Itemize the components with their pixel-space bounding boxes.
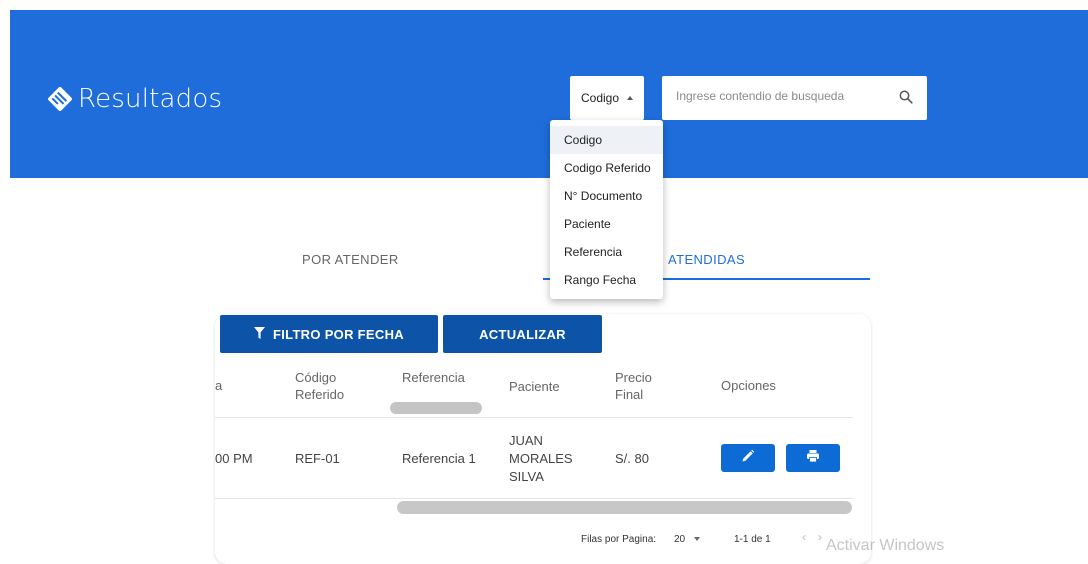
print-button[interactable] [786, 444, 840, 472]
chevron-right-icon[interactable]: › [818, 530, 822, 544]
page-title: Resultados [78, 84, 223, 114]
column-header-paciente: Paciente [509, 379, 560, 394]
cell-referencia: Referencia 1 [402, 451, 476, 466]
cell-paciente-line1: JUAN [509, 433, 543, 448]
dropdown-option-rango-fecha[interactable]: Rango Fecha [550, 266, 663, 294]
cell-paciente: JUAN MORALES SILVA [509, 432, 573, 486]
chevron-left-icon[interactable]: ‹ [802, 530, 806, 544]
column-header-precio-final: Precio Final [615, 369, 652, 403]
refresh-label: ACTUALIZAR [479, 326, 566, 342]
search-field-selected-value: Codigo [580, 91, 620, 105]
cell-paciente-line3: SILVA [509, 469, 544, 484]
dropdown-option-documento[interactable]: N° Documento [550, 182, 663, 210]
filter-by-date-button[interactable]: FILTRO POR FECHA [220, 315, 438, 353]
caret-down-icon [693, 537, 700, 542]
pencil-icon [741, 449, 755, 468]
search-input[interactable] [674, 88, 888, 104]
column-header-precio-final-line2: Final [615, 387, 644, 402]
rows-per-page-select[interactable]: 20 [674, 534, 700, 545]
rows-per-page-label: Filas por Pagina: [581, 534, 657, 545]
column-header-precio-final-line1: Precio [615, 370, 652, 385]
column-header-codigo-referido-line1: Código [295, 370, 337, 385]
windows-activation-watermark: Activar Windows [826, 537, 945, 554]
tab-atendidas[interactable]: ATENDIDAS [668, 252, 745, 267]
column-header-codigo-referido: Código Referido [295, 369, 344, 403]
cell-codigo-referido: REF-01 [295, 451, 340, 466]
column-header-opciones: Opciones [721, 378, 776, 393]
horizontal-scrollbar[interactable] [397, 501, 852, 514]
funnel-icon [254, 326, 273, 342]
cell-paciente-line2: MORALES [509, 451, 573, 466]
column-header-fecha: a [215, 378, 223, 393]
rows-per-page-value: 20 [674, 534, 686, 545]
refresh-button[interactable]: ACTUALIZAR [443, 315, 602, 353]
filter-by-date-label: FILTRO POR FECHA [273, 326, 404, 342]
dropdown-option-referencia[interactable]: Referencia [550, 238, 663, 266]
cell-fecha: 00 PM [215, 451, 253, 466]
dropdown-option-codigo-referido[interactable]: Codigo Referido [550, 154, 663, 182]
loading-skeleton-bar [390, 402, 482, 414]
edit-button[interactable] [721, 444, 775, 472]
cell-precio-final: S/. 80 [615, 451, 649, 466]
diamond-hand-logo-icon [46, 85, 74, 113]
search-box [662, 76, 927, 120]
caret-up-icon [627, 96, 634, 100]
search-icon[interactable] [899, 90, 913, 109]
tab-por-atender[interactable]: POR ATENDER [302, 252, 399, 267]
pagination-range: 1-1 de 1 [734, 534, 771, 545]
column-header-referencia: Referencia [402, 370, 465, 385]
app-logo: Resultados [46, 84, 222, 114]
search-field-select[interactable]: Codigo [570, 76, 644, 120]
dropdown-option-codigo[interactable]: Codigo [550, 126, 663, 154]
header-divider [215, 417, 853, 418]
search-field-dropdown: Codigo Codigo Referido N° Documento Paci… [550, 120, 663, 299]
column-header-codigo-referido-line2: Referido [295, 387, 345, 402]
dropdown-option-paciente[interactable]: Paciente [550, 210, 663, 238]
printer-icon [806, 449, 820, 468]
row-divider [215, 498, 853, 499]
